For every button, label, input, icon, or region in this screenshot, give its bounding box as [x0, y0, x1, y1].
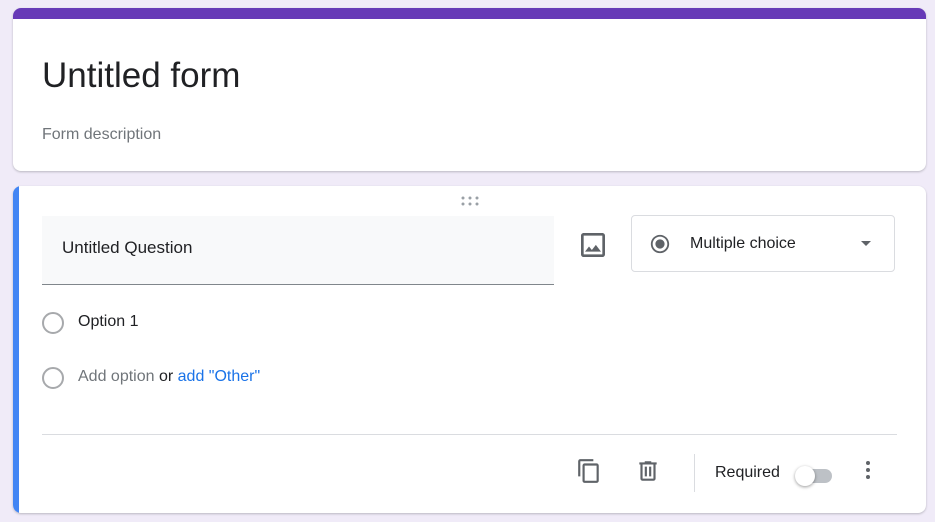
- active-question-indicator: [13, 186, 19, 513]
- caret-down-icon: [861, 241, 871, 246]
- drag-handle-icon[interactable]: [459, 195, 481, 207]
- radio-button-icon: [650, 234, 670, 254]
- question-type-label: Multiple choice: [690, 235, 796, 252]
- option-label[interactable]: Option 1: [78, 313, 138, 331]
- trash-icon[interactable]: [635, 458, 661, 484]
- footer-separator: [694, 454, 695, 492]
- footer-divider: [42, 434, 897, 435]
- add-option-text: Add option or add "Other": [78, 368, 260, 386]
- required-toggle[interactable]: [794, 465, 834, 486]
- copy-icon[interactable]: [576, 458, 602, 484]
- add-option-row: Add option or add "Other": [42, 366, 342, 390]
- option-row[interactable]: Option 1: [42, 311, 242, 335]
- question-title-input[interactable]: Untitled Question: [42, 216, 554, 285]
- option-radio-icon: [42, 367, 64, 389]
- question-card: Untitled Question Multiple choice Option…: [13, 186, 926, 513]
- toggle-thumb: [795, 466, 815, 486]
- form-header-card: Untitled form Form description: [13, 8, 926, 171]
- add-option-button[interactable]: Add option: [78, 368, 155, 385]
- image-icon[interactable]: [577, 229, 609, 261]
- more-vert-icon[interactable]: [856, 458, 880, 482]
- question-title-text: Untitled Question: [62, 238, 193, 257]
- or-text: or: [158, 368, 174, 385]
- question-type-dropdown[interactable]: Multiple choice: [631, 215, 895, 272]
- required-label: Required: [715, 464, 780, 481]
- form-title[interactable]: Untitled form: [42, 52, 240, 100]
- option-radio-icon: [42, 312, 64, 334]
- form-theme-bar: [13, 8, 926, 19]
- add-other-button[interactable]: add "Other": [178, 368, 261, 385]
- form-description-field[interactable]: Form description: [42, 126, 161, 144]
